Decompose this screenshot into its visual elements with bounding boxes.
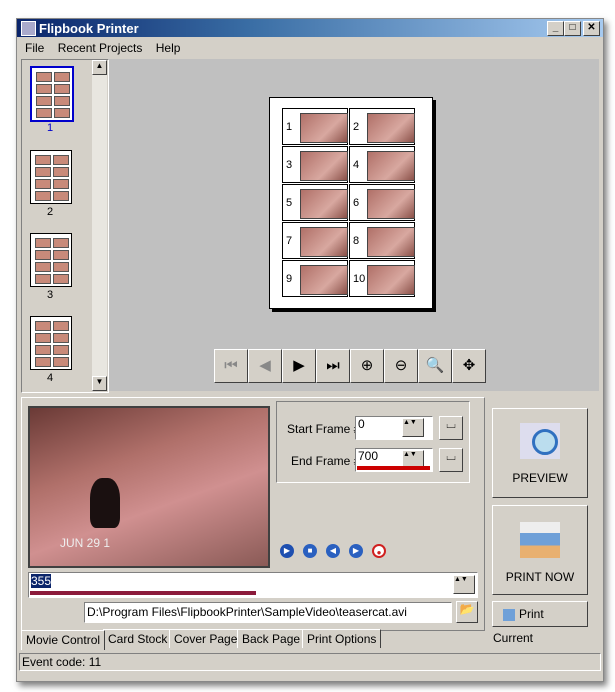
app-window: Flipbook Printer _ □ ✕ File Recent Proje… [16, 18, 604, 682]
video-timestamp: JUN 29 1 [60, 536, 111, 550]
start-frame-label: Start Frame # [287, 422, 361, 436]
cat-silhouette [90, 478, 120, 528]
first-page-button[interactable]: ⏮ [214, 349, 248, 383]
print-now-button[interactable]: PRINT NOW [492, 505, 588, 595]
page-cell: 9 [282, 260, 348, 297]
forward-icon[interactable]: ▶ [349, 544, 363, 558]
preview-area: 1 2 3 4 5 6 7 8 9 10 ⏮ ◀ ▶ ⏭ ⊕ ⊖ 🔍 ✥ [109, 59, 599, 391]
scroll-down-button[interactable]: ▼ [92, 376, 107, 391]
printer-icon [520, 522, 560, 558]
prev-page-button[interactable]: ◀ [248, 349, 282, 383]
end-frame-label: End Frame # [291, 454, 361, 468]
page-cell: 7 [282, 222, 348, 259]
zoom-out-icon[interactable]: ⊖ [384, 349, 418, 383]
set-end-frame-button[interactable]: ⌴ [439, 448, 463, 472]
print-current-button[interactable]: Print Current [492, 601, 588, 645]
page-preview: 1 2 3 4 5 6 7 8 9 10 [269, 97, 433, 309]
printer-icon [503, 608, 515, 621]
set-start-frame-button[interactable]: ⌴ [439, 416, 463, 440]
frame-image [300, 113, 348, 143]
menu-recent-projects[interactable]: Recent Projects [58, 41, 143, 55]
status-bar: Event code: 11 [19, 653, 601, 671]
tab-cover-page[interactable]: Cover Page [169, 629, 243, 648]
frame-image [367, 265, 415, 295]
page-cell: 3 [282, 146, 348, 183]
next-page-button[interactable]: ▶ [282, 349, 316, 383]
frame-image [367, 113, 415, 143]
file-path-input[interactable]: D:\Program Files\FlipbookPrinter\SampleV… [84, 602, 452, 623]
frame-image [300, 189, 348, 219]
page-cell: 8 [349, 222, 415, 259]
video-display: JUN 29 1 [28, 406, 270, 568]
preview-nav: ⏮ ◀ ▶ ⏭ ⊕ ⊖ 🔍 ✥ [214, 349, 486, 383]
tab-card-stock[interactable]: Card Stock [103, 629, 173, 648]
thumbnail-scrollbar[interactable]: ▲ ▼ [92, 60, 107, 391]
frame-image [367, 151, 415, 181]
tab-print-options[interactable]: Print Options [302, 629, 382, 648]
thumbnail-list: 1 2 3 4 ▲ ▼ [21, 59, 109, 393]
frame-image [367, 227, 415, 257]
window-title: Flipbook Printer [39, 21, 139, 36]
scroll-up-button[interactable]: ▲ [92, 60, 107, 75]
title-bar: Flipbook Printer _ □ ✕ [17, 19, 603, 37]
zoom-in-icon[interactable]: ⊕ [350, 349, 384, 383]
stop-icon[interactable]: ■ [303, 544, 317, 558]
fit-page-icon[interactable]: ✥ [452, 349, 486, 383]
rewind-icon[interactable]: ◀ [326, 544, 340, 558]
zoom-100-icon[interactable]: 🔍 [418, 349, 452, 383]
page-cell: 1 [282, 108, 348, 145]
tab-movie-control[interactable]: Movie Control [21, 630, 106, 650]
page-cell: 5 [282, 184, 348, 221]
open-folder-button[interactable]: 📂 [456, 601, 478, 623]
status-text: Event code: 11 [22, 655, 102, 669]
frame-image [300, 151, 348, 181]
page-cell: 4 [349, 146, 415, 183]
page-cell: 10 [349, 260, 415, 297]
menu-help[interactable]: Help [156, 41, 181, 55]
movie-control-panel: JUN 29 1 Start Frame # 0 ▲▼ ⌴ End Frame … [21, 397, 485, 631]
printer-icon [21, 21, 36, 36]
frame-image [300, 265, 348, 295]
frame-range-group: Start Frame # 0 ▲▼ ⌴ End Frame # 700 ▲▼ … [276, 401, 470, 483]
menu-file[interactable]: File [25, 41, 44, 55]
frame-image [367, 189, 415, 219]
tab-back-page[interactable]: Back Page [237, 629, 306, 648]
end-frame-input[interactable]: 700 ▲▼ [355, 448, 433, 472]
frame-image [300, 227, 348, 257]
menu-bar: File Recent Projects Help [25, 41, 190, 55]
maximize-button[interactable]: □ [564, 21, 581, 36]
record-icon[interactable]: ● [372, 544, 386, 558]
last-page-button[interactable]: ⏭ [316, 349, 350, 383]
preview-button[interactable]: PREVIEW [492, 408, 588, 498]
close-button[interactable]: ✕ [583, 21, 600, 36]
frame-progress-bar [30, 591, 257, 595]
frame-position-value: 355 [31, 574, 52, 588]
frame-position-input[interactable]: 355 ▲▼ [28, 572, 478, 598]
page-cell: 6 [349, 184, 415, 221]
printer-magnifier-icon [520, 423, 560, 459]
tab-bar: Movie Control Card Stock Cover Page Back… [21, 629, 421, 650]
page-cell: 2 [349, 108, 415, 145]
end-frame-bar [357, 466, 430, 470]
playback-controls: ▶ ■ ◀ ▶ ● [280, 544, 400, 560]
start-frame-spinner[interactable]: ▲▼ [402, 418, 424, 437]
start-frame-input[interactable]: 0 ▲▼ [355, 416, 433, 440]
minimize-button[interactable]: _ [547, 21, 564, 36]
position-spinner[interactable]: ▲▼ [453, 575, 475, 594]
play-icon[interactable]: ▶ [280, 544, 294, 558]
